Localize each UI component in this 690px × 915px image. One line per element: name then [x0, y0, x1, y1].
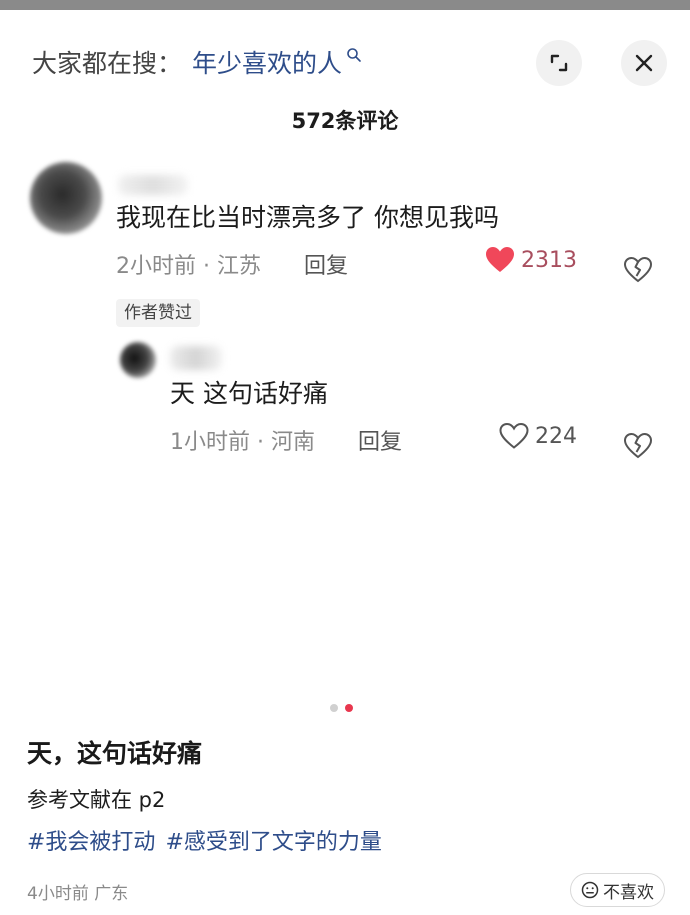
post-tags: #我会被打动 #感受到了文字的力量	[27, 824, 392, 856]
reply-like-count: 224	[535, 423, 577, 449]
search-term-link[interactable]: 年少喜欢的人	[192, 44, 342, 80]
broken-heart-icon[interactable]	[623, 255, 653, 285]
comment-time-location: 2小时前 · 江苏	[116, 254, 261, 279]
author-liked-badge: 作者赞过	[116, 299, 200, 327]
carousel-indicator	[330, 704, 360, 712]
username-blurred	[118, 175, 188, 195]
expand-button[interactable]	[536, 40, 582, 86]
tag-link[interactable]: #我会被打动	[27, 824, 155, 856]
close-button[interactable]	[621, 40, 667, 86]
dislike-label: 不喜欢	[603, 882, 654, 903]
post-title: 天，这句话好痛	[27, 739, 203, 768]
search-prefix: 大家都在搜：	[32, 49, 183, 78]
like-button[interactable]: 2313	[485, 246, 577, 274]
reply-reply-button[interactable]: 回复	[358, 424, 402, 456]
post-time-location: 4小时前 广东	[27, 884, 129, 904]
reply-username-blurred	[170, 346, 222, 370]
dislike-button[interactable]: 不喜欢	[570, 873, 665, 907]
broken-heart-icon[interactable]	[623, 431, 653, 461]
like-count: 2313	[521, 247, 577, 273]
tag-link[interactable]: #感受到了文字的力量	[165, 824, 381, 856]
search-suggestion[interactable]: 大家都在搜： 年少喜欢的人	[32, 44, 362, 80]
comment-count: 572条评论	[291, 109, 399, 133]
reply-text: 天 这句话好痛	[170, 379, 328, 408]
heart-filled-icon	[486, 247, 514, 272]
carousel-dot-active[interactable]	[345, 704, 353, 712]
reply-button[interactable]: 回复	[304, 248, 348, 280]
expand-icon	[550, 54, 568, 72]
post-body: 参考文献在 p2	[27, 788, 166, 812]
comment-text: 我现在比当时漂亮多了 你想见我吗	[116, 203, 499, 232]
comments-sheet: 大家都在搜： 年少喜欢的人 572条评论 我现在比当时漂亮多了 你想见我吗 2小…	[0, 10, 690, 915]
search-icon	[347, 48, 361, 62]
close-icon	[635, 54, 653, 72]
heart-outline-icon	[499, 422, 529, 449]
reply-time-location: 1小时前 · 河南	[170, 430, 315, 455]
reply-avatar[interactable]	[120, 342, 156, 378]
avatar[interactable]	[30, 162, 102, 234]
neutral-face-icon	[581, 881, 599, 899]
reply-like-button[interactable]: 224	[499, 422, 577, 450]
carousel-dot[interactable]	[330, 704, 338, 712]
status-strip	[0, 0, 690, 10]
